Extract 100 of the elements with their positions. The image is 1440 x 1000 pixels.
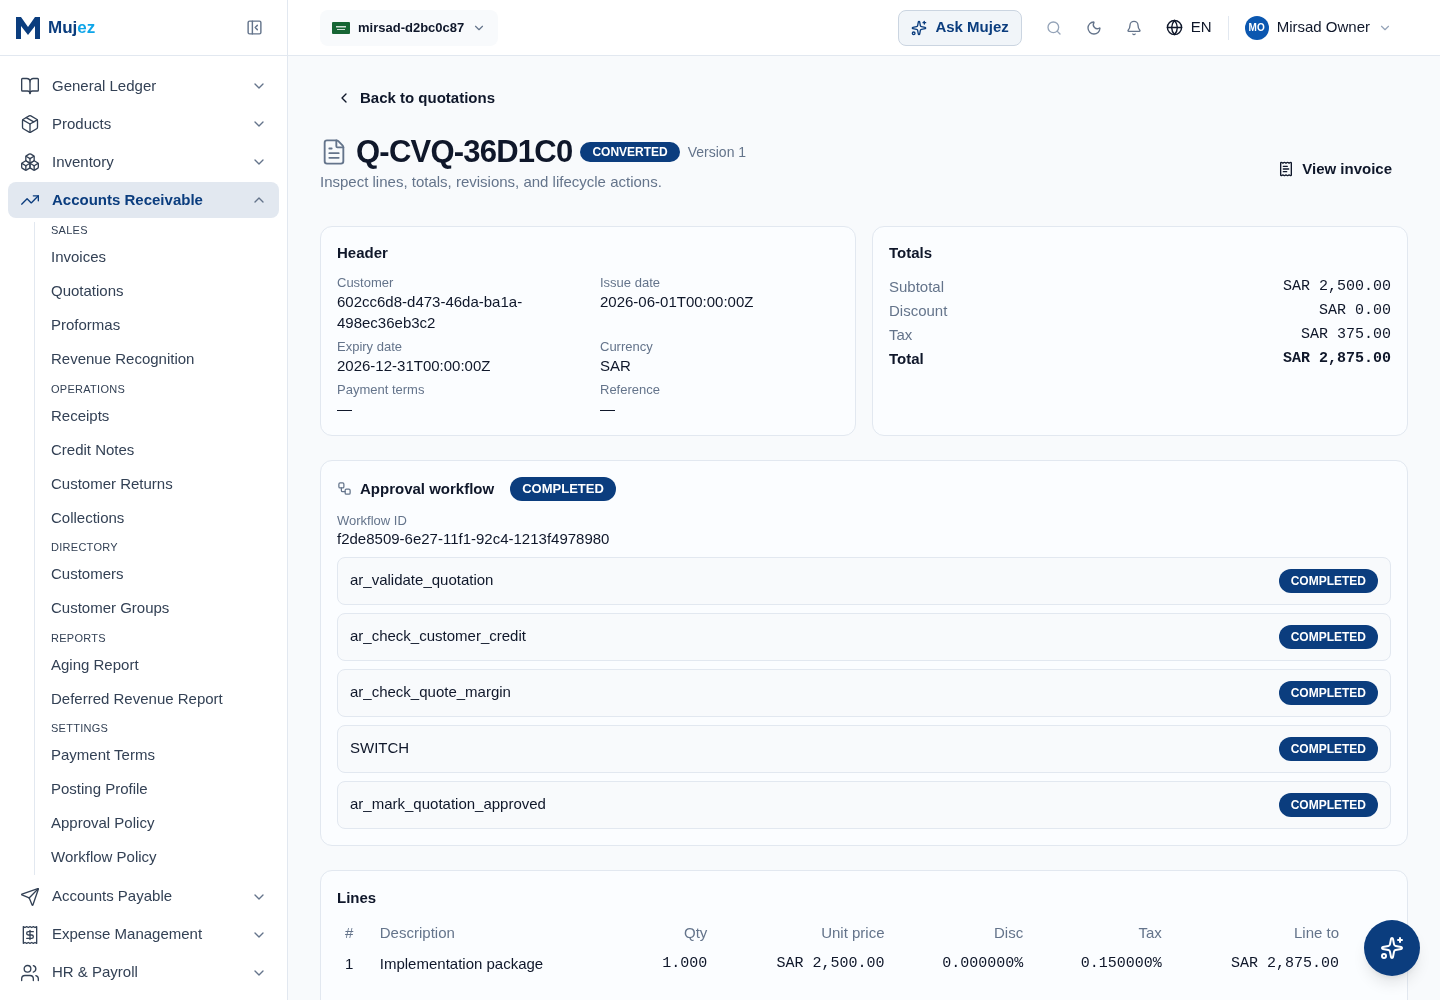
nav-subitem[interactable]: Approval Policy <box>51 806 287 841</box>
version-label: Version 1 <box>687 142 747 162</box>
page-subtitle: Inspect lines, totals, revisions, and lifecycle actions. <box>320 172 663 192</box>
group-label: DIRECTORY <box>51 540 118 555</box>
nav-subitem[interactable]: Collections <box>51 501 287 535</box>
field-value: SAR <box>600 356 631 376</box>
nav-subitem[interactable]: Aging Report <box>51 648 287 682</box>
globe-icon <box>1165 19 1183 36</box>
ask-mujez-button[interactable]: Ask Mujez <box>898 9 1022 46</box>
status-badge: COMPLETED <box>1278 736 1378 761</box>
nav-subitem[interactable]: Quotations <box>51 274 287 309</box>
column-header: # <box>344 922 355 943</box>
back-link[interactable]: Back to quotations <box>336 88 495 108</box>
brand-name: Mujez <box>48 16 96 39</box>
field-value: 2026-06-01T00:00:00Z <box>600 292 754 312</box>
collapse-sidebar-icon[interactable] <box>246 19 263 36</box>
nav-subitem[interactable]: Workflow Policy <box>51 840 287 875</box>
card-title: Header <box>337 243 388 263</box>
workflow-step: SWITCH COMPLETED <box>337 724 1391 773</box>
nav-subitem[interactable]: Customers <box>51 557 287 592</box>
total-label: Discount <box>889 300 948 321</box>
workflow-icon <box>337 481 352 497</box>
field-value: 602cc6d8-d473-46da-ba1a-498ec36eb3c2 <box>337 292 524 333</box>
nav-subitem[interactable]: Invoices <box>51 240 287 275</box>
card-title: Totals <box>889 243 933 263</box>
field-label: Workflow ID <box>337 512 407 529</box>
total-amount: SAR 375.00 <box>1301 324 1391 345</box>
table-cell-text: 1.000 <box>661 953 709 974</box>
logo-icon <box>16 16 40 39</box>
field-label: Currency <box>600 339 653 355</box>
bell-icon[interactable] <box>1125 19 1142 36</box>
nav-subitem[interactable]: Customer Groups <box>51 591 287 626</box>
nav-item[interactable]: HR & Payroll <box>8 954 279 991</box>
field-value: — <box>337 399 352 419</box>
table-cell-text: SAR 2,875.00 <box>1229 953 1340 974</box>
total-amount: SAR 0.00 <box>1319 300 1391 321</box>
receipt-icon <box>20 924 40 945</box>
nav-subitem[interactable]: Posting Profile <box>51 772 287 807</box>
field-value: 2026-12-31T00:00:00Z <box>337 356 491 376</box>
status-badge: CONVERTED <box>580 142 680 162</box>
card-title: Approval workflow <box>360 478 495 499</box>
status-badge: COMPLETED <box>1278 624 1378 649</box>
field-label: Customer <box>337 275 394 291</box>
workflow-step: ar_check_customer_credit COMPLETED <box>337 612 1391 661</box>
nav-subitem[interactable]: Payment Terms <box>51 738 287 773</box>
table-cell-text: SAR 2,500.00 <box>775 953 886 974</box>
search-icon[interactable] <box>1045 19 1062 36</box>
column-header: Qty <box>683 922 709 943</box>
status-badge: COMPLETED <box>1278 568 1378 593</box>
workflow-step: ar_check_quote_margin COMPLETED <box>337 668 1391 717</box>
nav-subitem[interactable]: Receipts <box>51 399 287 433</box>
nav-subitem[interactable]: Revenue Recognition <box>51 342 287 377</box>
user-menu[interactable]: MO Mirsad Owner <box>1244 15 1392 40</box>
field-value: — <box>600 399 615 419</box>
nav-item[interactable]: Products <box>8 106 279 142</box>
workflow-id: f2de8509-6e27-11f1-92c4-1213f4978980 <box>337 528 610 549</box>
total-label: Subtotal <box>889 276 945 297</box>
nav-subitem[interactable]: Deferred Revenue Report <box>51 682 287 716</box>
paper-plane-icon <box>20 886 40 907</box>
status-badge: COMPLETED <box>1278 680 1378 705</box>
field-label: Issue date <box>600 275 660 291</box>
nav-subitem[interactable]: Customer Returns <box>51 467 287 501</box>
nav-item[interactable]: General Ledger <box>8 68 279 104</box>
nav-item[interactable]: Accounts Receivable <box>8 182 279 218</box>
cubes-icon <box>20 152 40 172</box>
table-cell-text: 1 <box>344 953 355 974</box>
flag-icon <box>332 21 350 34</box>
language-button[interactable]: EN <box>1165 16 1212 39</box>
view-invoice-button[interactable]: View invoice <box>1278 157 1392 180</box>
nav-item[interactable]: Inventory <box>8 144 279 180</box>
organization-selector[interactable]: mirsad-d2bc0c87 <box>320 9 499 46</box>
status-badge: COMPLETED <box>1278 792 1378 817</box>
field-label: Expiry date <box>337 339 403 355</box>
moon-icon[interactable] <box>1085 19 1102 36</box>
total-label: Tax <box>889 324 913 345</box>
group-label: REPORTS <box>51 630 106 646</box>
user-avatar: MO <box>1244 15 1269 40</box>
group-label: SETTINGS <box>51 721 109 736</box>
field-label: Payment terms <box>337 382 425 398</box>
page-title: Q-CVQ-36D1C0 <box>356 133 573 171</box>
sparkle-icon <box>911 19 928 36</box>
group-label: OPERATIONS <box>51 381 126 397</box>
nav-item[interactable]: Accounts Payable <box>8 878 279 915</box>
table-cell-text: Implementation package <box>378 953 545 974</box>
sparkle-icon <box>1380 936 1404 960</box>
box-icon <box>20 114 40 134</box>
table-cell-text: 0.150000% <box>1079 953 1163 974</box>
column-header: Description <box>378 922 456 943</box>
status-badge: COMPLETED <box>510 477 616 501</box>
workflow-step: ar_mark_quotation_approved COMPLETED <box>337 780 1391 829</box>
total-amount: SAR 2,875.00 <box>1282 348 1391 369</box>
total-label: Total <box>889 348 924 369</box>
book-icon <box>20 76 40 96</box>
nav-item[interactable]: Expense Management <box>8 916 279 953</box>
field-label: Reference <box>600 382 660 398</box>
table-cell-text: 0.000000% <box>941 953 1025 974</box>
column-header: Disc <box>992 922 1025 943</box>
total-amount: SAR 2,500.00 <box>1282 276 1391 297</box>
nav-subitem[interactable]: Proformas <box>51 308 287 343</box>
nav-subitem[interactable]: Credit Notes <box>51 433 287 467</box>
